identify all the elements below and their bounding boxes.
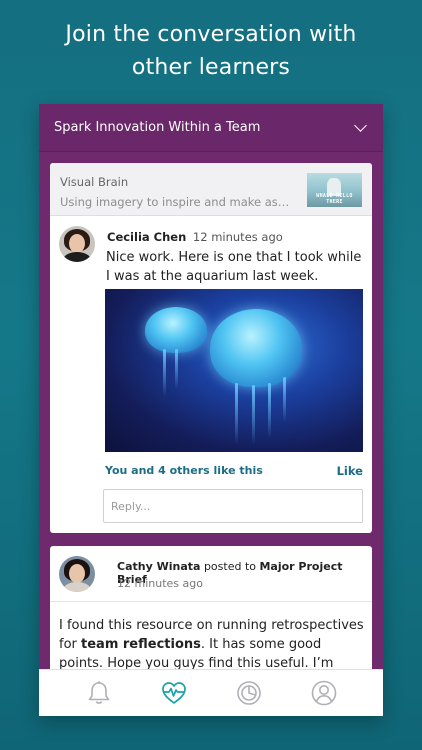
tab-history[interactable] [232,676,266,710]
group-title: Spark Innovation Within a Team [54,120,261,135]
jellyfish-small [145,307,207,353]
tentacle [268,383,271,438]
avatar-body [63,252,91,262]
post-time: 12 minutes ago [117,577,203,590]
likes-count[interactable]: You and 4 others like this [105,464,263,478]
bell-icon [88,681,109,704]
tab-profile[interactable] [307,676,341,710]
tentacle [235,383,238,445]
post-text-bold: team reflections [81,637,201,652]
tentacle [175,349,178,389]
avatar[interactable] [59,556,95,592]
resource-thumbnail: WHALE HELLO THERE [307,173,362,207]
avatar-face [69,234,85,253]
comment-meta: Cecilia Chen 12 minutes ago [107,230,362,244]
headline-line-1: Join the conversation with [65,22,357,47]
clock-pie-icon [236,681,261,705]
headline-line-2: other learners [131,55,291,80]
chevron-down-icon[interactable] [354,118,367,132]
avatar[interactable] [59,226,95,262]
tentacle [252,385,255,445]
comment-time: 12 minutes ago [192,230,283,244]
comment: Cecilia Chen 12 minutes ago Nice work. H… [50,216,372,286]
avatar-body [63,582,91,592]
tab-bar [39,669,383,716]
tentacle [163,349,166,397]
attached-photo[interactable] [105,289,363,452]
headline: Join the conversation with other learner… [0,18,422,84]
avatar-face [69,564,85,583]
posted-to-label: posted to [203,560,256,573]
divider [50,601,372,602]
comment-text: Nice work. Here is one that I took while… [106,250,362,284]
comment-author[interactable]: Cecilia Chen [107,230,186,244]
tab-notifications[interactable] [82,676,116,710]
resource-description: Using imagery to inspire and make associ… [60,195,292,209]
like-button[interactable]: Like [337,464,363,478]
reply-input[interactable] [103,489,363,523]
post-author[interactable]: Cathy Winata [117,560,200,573]
activity-heart-icon [161,682,186,704]
profile-icon [311,680,336,706]
post-card: Visual Brain Using imagery to inspire an… [50,163,372,533]
likes-row: You and 4 others like this Like [105,464,363,478]
tentacle [283,377,286,422]
group-selector[interactable]: Spark Innovation Within a Team [39,104,383,152]
app-screen: Spark Innovation Within a Team Visual Br… [39,104,383,716]
tab-activity[interactable] [157,676,191,710]
jellyfish-large [210,309,302,387]
thumbnail-caption: WHALE HELLO THERE [316,193,353,205]
resource-preview[interactable]: Visual Brain Using imagery to inspire an… [50,163,372,216]
